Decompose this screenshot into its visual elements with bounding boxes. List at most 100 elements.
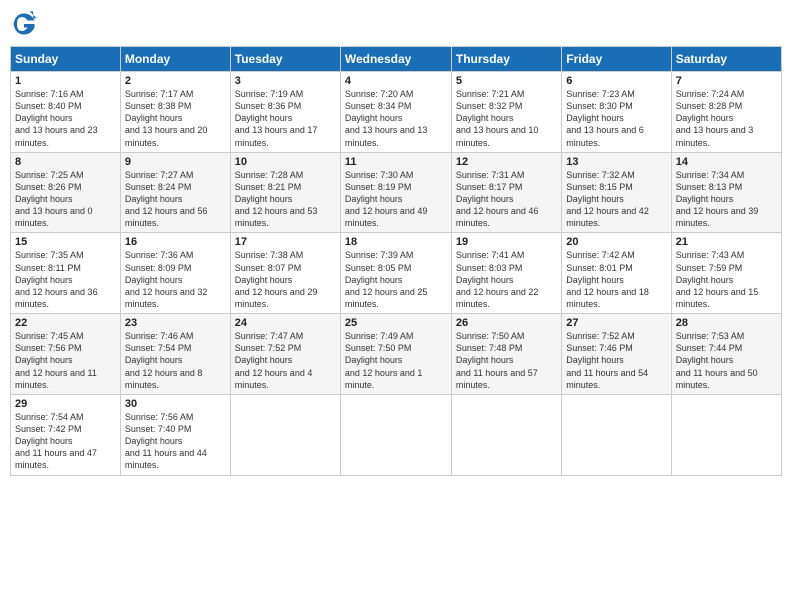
day-number: 1 bbox=[15, 75, 116, 87]
day-detail: Sunrise: 7:35 AMSunset: 8:11 PMDaylight … bbox=[15, 250, 98, 309]
day-detail: Sunrise: 7:46 AMSunset: 7:54 PMDaylight … bbox=[125, 331, 203, 390]
week-row-2: 8 Sunrise: 7:25 AMSunset: 8:26 PMDayligh… bbox=[11, 152, 782, 233]
day-detail: Sunrise: 7:47 AMSunset: 7:52 PMDaylight … bbox=[235, 331, 313, 390]
day-detail: Sunrise: 7:25 AMSunset: 8:26 PMDaylight … bbox=[15, 170, 93, 229]
day-number: 18 bbox=[345, 236, 447, 248]
day-cell: 28 Sunrise: 7:53 AMSunset: 7:44 PMDaylig… bbox=[671, 314, 781, 395]
weekday-header-friday: Friday bbox=[562, 47, 671, 72]
day-cell bbox=[230, 394, 340, 475]
day-detail: Sunrise: 7:31 AMSunset: 8:17 PMDaylight … bbox=[456, 170, 539, 229]
day-detail: Sunrise: 7:53 AMSunset: 7:44 PMDaylight … bbox=[676, 331, 758, 390]
logo-icon bbox=[10, 10, 38, 38]
day-detail: Sunrise: 7:36 AMSunset: 8:09 PMDaylight … bbox=[125, 250, 208, 309]
day-detail: Sunrise: 7:19 AMSunset: 8:36 PMDaylight … bbox=[235, 89, 318, 148]
day-number: 12 bbox=[456, 156, 557, 168]
day-number: 11 bbox=[345, 156, 447, 168]
week-row-4: 22 Sunrise: 7:45 AMSunset: 7:56 PMDaylig… bbox=[11, 314, 782, 395]
day-detail: Sunrise: 7:20 AMSunset: 8:34 PMDaylight … bbox=[345, 89, 428, 148]
day-number: 9 bbox=[125, 156, 226, 168]
day-number: 15 bbox=[15, 236, 116, 248]
day-cell: 1 Sunrise: 7:16 AMSunset: 8:40 PMDayligh… bbox=[11, 72, 121, 153]
day-cell: 27 Sunrise: 7:52 AMSunset: 7:46 PMDaylig… bbox=[562, 314, 671, 395]
day-cell: 3 Sunrise: 7:19 AMSunset: 8:36 PMDayligh… bbox=[230, 72, 340, 153]
day-cell: 26 Sunrise: 7:50 AMSunset: 7:48 PMDaylig… bbox=[451, 314, 561, 395]
day-cell: 15 Sunrise: 7:35 AMSunset: 8:11 PMDaylig… bbox=[11, 233, 121, 314]
day-detail: Sunrise: 7:23 AMSunset: 8:30 PMDaylight … bbox=[566, 89, 644, 148]
day-number: 27 bbox=[566, 317, 666, 329]
day-detail: Sunrise: 7:24 AMSunset: 8:28 PMDaylight … bbox=[676, 89, 754, 148]
day-number: 22 bbox=[15, 317, 116, 329]
day-cell: 11 Sunrise: 7:30 AMSunset: 8:19 PMDaylig… bbox=[340, 152, 451, 233]
day-cell: 16 Sunrise: 7:36 AMSunset: 8:09 PMDaylig… bbox=[120, 233, 230, 314]
day-cell: 2 Sunrise: 7:17 AMSunset: 8:38 PMDayligh… bbox=[120, 72, 230, 153]
day-number: 21 bbox=[676, 236, 777, 248]
day-number: 5 bbox=[456, 75, 557, 87]
weekday-header-tuesday: Tuesday bbox=[230, 47, 340, 72]
day-cell: 24 Sunrise: 7:47 AMSunset: 7:52 PMDaylig… bbox=[230, 314, 340, 395]
day-detail: Sunrise: 7:41 AMSunset: 8:03 PMDaylight … bbox=[456, 250, 539, 309]
day-cell: 30 Sunrise: 7:56 AMSunset: 7:40 PMDaylig… bbox=[120, 394, 230, 475]
page: SundayMondayTuesdayWednesdayThursdayFrid… bbox=[0, 0, 792, 612]
day-cell: 14 Sunrise: 7:34 AMSunset: 8:13 PMDaylig… bbox=[671, 152, 781, 233]
day-cell: 29 Sunrise: 7:54 AMSunset: 7:42 PMDaylig… bbox=[11, 394, 121, 475]
day-cell: 17 Sunrise: 7:38 AMSunset: 8:07 PMDaylig… bbox=[230, 233, 340, 314]
day-number: 7 bbox=[676, 75, 777, 87]
weekday-header-row: SundayMondayTuesdayWednesdayThursdayFrid… bbox=[11, 47, 782, 72]
day-detail: Sunrise: 7:32 AMSunset: 8:15 PMDaylight … bbox=[566, 170, 649, 229]
day-number: 19 bbox=[456, 236, 557, 248]
day-detail: Sunrise: 7:21 AMSunset: 8:32 PMDaylight … bbox=[456, 89, 539, 148]
week-row-3: 15 Sunrise: 7:35 AMSunset: 8:11 PMDaylig… bbox=[11, 233, 782, 314]
day-number: 24 bbox=[235, 317, 336, 329]
day-number: 26 bbox=[456, 317, 557, 329]
day-detail: Sunrise: 7:52 AMSunset: 7:46 PMDaylight … bbox=[566, 331, 648, 390]
day-cell: 13 Sunrise: 7:32 AMSunset: 8:15 PMDaylig… bbox=[562, 152, 671, 233]
day-number: 17 bbox=[235, 236, 336, 248]
day-number: 20 bbox=[566, 236, 666, 248]
day-cell bbox=[451, 394, 561, 475]
weekday-header-sunday: Sunday bbox=[11, 47, 121, 72]
day-cell bbox=[340, 394, 451, 475]
day-cell: 5 Sunrise: 7:21 AMSunset: 8:32 PMDayligh… bbox=[451, 72, 561, 153]
weekday-header-thursday: Thursday bbox=[451, 47, 561, 72]
day-detail: Sunrise: 7:56 AMSunset: 7:40 PMDaylight … bbox=[125, 412, 207, 471]
day-number: 23 bbox=[125, 317, 226, 329]
day-cell: 20 Sunrise: 7:42 AMSunset: 8:01 PMDaylig… bbox=[562, 233, 671, 314]
day-detail: Sunrise: 7:50 AMSunset: 7:48 PMDaylight … bbox=[456, 331, 538, 390]
logo bbox=[10, 10, 42, 38]
day-cell bbox=[562, 394, 671, 475]
day-cell: 6 Sunrise: 7:23 AMSunset: 8:30 PMDayligh… bbox=[562, 72, 671, 153]
day-number: 10 bbox=[235, 156, 336, 168]
day-detail: Sunrise: 7:17 AMSunset: 8:38 PMDaylight … bbox=[125, 89, 208, 148]
header bbox=[10, 10, 782, 38]
day-number: 13 bbox=[566, 156, 666, 168]
day-cell bbox=[671, 394, 781, 475]
day-cell: 25 Sunrise: 7:49 AMSunset: 7:50 PMDaylig… bbox=[340, 314, 451, 395]
day-number: 16 bbox=[125, 236, 226, 248]
day-detail: Sunrise: 7:45 AMSunset: 7:56 PMDaylight … bbox=[15, 331, 97, 390]
week-row-5: 29 Sunrise: 7:54 AMSunset: 7:42 PMDaylig… bbox=[11, 394, 782, 475]
day-cell: 8 Sunrise: 7:25 AMSunset: 8:26 PMDayligh… bbox=[11, 152, 121, 233]
day-cell: 10 Sunrise: 7:28 AMSunset: 8:21 PMDaylig… bbox=[230, 152, 340, 233]
day-number: 14 bbox=[676, 156, 777, 168]
day-cell: 7 Sunrise: 7:24 AMSunset: 8:28 PMDayligh… bbox=[671, 72, 781, 153]
day-cell: 22 Sunrise: 7:45 AMSunset: 7:56 PMDaylig… bbox=[11, 314, 121, 395]
day-cell: 23 Sunrise: 7:46 AMSunset: 7:54 PMDaylig… bbox=[120, 314, 230, 395]
day-number: 30 bbox=[125, 398, 226, 410]
day-detail: Sunrise: 7:43 AMSunset: 7:59 PMDaylight … bbox=[676, 250, 759, 309]
day-number: 6 bbox=[566, 75, 666, 87]
day-detail: Sunrise: 7:27 AMSunset: 8:24 PMDaylight … bbox=[125, 170, 208, 229]
day-detail: Sunrise: 7:42 AMSunset: 8:01 PMDaylight … bbox=[566, 250, 649, 309]
day-detail: Sunrise: 7:54 AMSunset: 7:42 PMDaylight … bbox=[15, 412, 97, 471]
calendar: SundayMondayTuesdayWednesdayThursdayFrid… bbox=[10, 46, 782, 476]
day-number: 8 bbox=[15, 156, 116, 168]
day-detail: Sunrise: 7:28 AMSunset: 8:21 PMDaylight … bbox=[235, 170, 318, 229]
day-detail: Sunrise: 7:30 AMSunset: 8:19 PMDaylight … bbox=[345, 170, 428, 229]
weekday-header-saturday: Saturday bbox=[671, 47, 781, 72]
day-cell: 19 Sunrise: 7:41 AMSunset: 8:03 PMDaylig… bbox=[451, 233, 561, 314]
day-cell: 4 Sunrise: 7:20 AMSunset: 8:34 PMDayligh… bbox=[340, 72, 451, 153]
day-number: 25 bbox=[345, 317, 447, 329]
day-number: 3 bbox=[235, 75, 336, 87]
day-detail: Sunrise: 7:49 AMSunset: 7:50 PMDaylight … bbox=[345, 331, 423, 390]
day-cell: 18 Sunrise: 7:39 AMSunset: 8:05 PMDaylig… bbox=[340, 233, 451, 314]
day-number: 2 bbox=[125, 75, 226, 87]
